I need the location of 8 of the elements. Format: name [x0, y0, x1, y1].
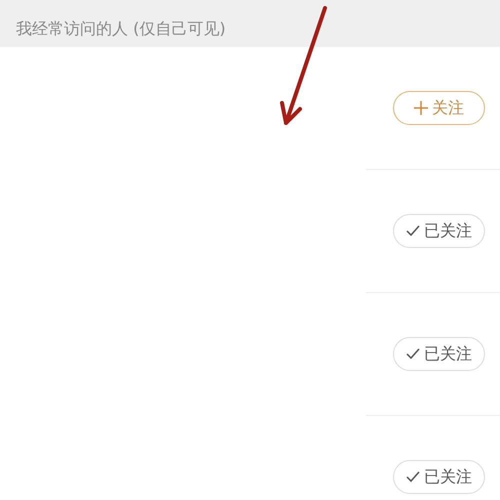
section-title: 我经常访问的人 (仅自己可见): [16, 18, 226, 40]
plus-icon: [414, 101, 428, 115]
follow-button[interactable]: 已关注: [393, 460, 485, 494]
follow-button[interactable]: 已关注: [393, 337, 485, 371]
check-icon: [406, 471, 420, 483]
check-icon: [406, 225, 420, 237]
check-icon: [406, 348, 420, 360]
follow-button[interactable]: 已关注: [393, 214, 485, 248]
